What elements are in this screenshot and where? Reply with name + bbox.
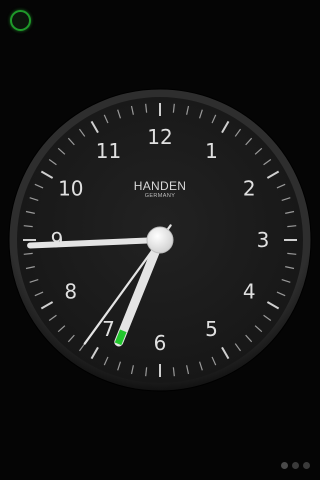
page-indicator[interactable] [281,462,310,469]
numeral-6: 6 [154,331,167,355]
numeral-9: 9 [51,228,64,252]
numeral-4: 4 [243,280,256,304]
page-dot[interactable] [303,462,310,469]
numeral-5: 5 [205,317,218,341]
numeral-7: 7 [102,317,115,341]
numeral-12: 12 [147,125,172,149]
numeral-11: 11 [96,139,121,163]
clock-app-screen: 12 1 2 3 4 5 6 7 8 9 10 11 HANDEN GERMANY [0,0,320,480]
numeral-2: 2 [243,177,256,201]
page-dot[interactable] [292,462,299,469]
clock-brand: HANDEN [134,179,186,193]
hour-hand-tip [114,329,127,346]
numeral-1: 1 [205,139,218,163]
page-dot[interactable] [281,462,288,469]
center-cap [146,226,174,254]
analog-clock: 121234567891011 HANDEN GERMANY [8,88,312,392]
clock-brand-sub: GERMANY [145,193,176,199]
numeral-8: 8 [64,280,77,304]
numeral-3: 3 [257,228,270,252]
numeral-10: 10 [58,177,83,201]
